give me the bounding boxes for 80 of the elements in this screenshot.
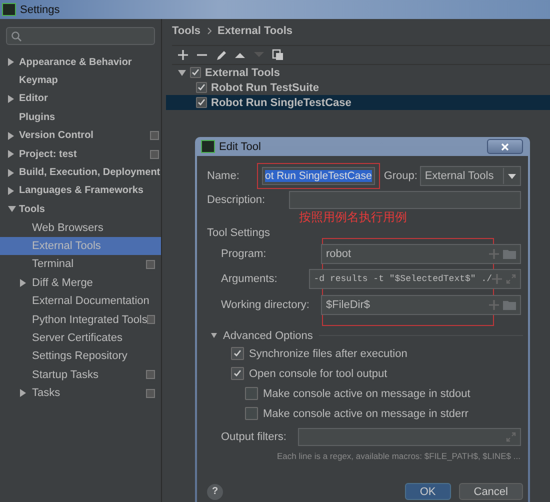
breadcrumb: External Tools [218, 25, 292, 37]
section-heading: Tool Settings [207, 227, 271, 241]
sidebar-item[interactable]: Tools [0, 200, 161, 219]
sidebar-item[interactable]: Plugins [0, 108, 161, 127]
output-filters-field[interactable] [298, 428, 521, 446]
expand-arrow-icon[interactable] [20, 389, 26, 398]
app-icon [201, 140, 215, 153]
expand-arrow-icon[interactable] [8, 94, 14, 103]
field-label: Working directory: [220, 298, 310, 311]
sidebar-item[interactable]: Languages & Frameworks [0, 182, 161, 200]
hint-text: Each line is a regex, available macros: $FILE_PATH$, $LINE$ ... [276, 450, 522, 462]
checkbox[interactable] [196, 97, 207, 108]
field-label: Program: [220, 248, 268, 260]
checkbox-label: Make console active on message in stderr [263, 408, 468, 420]
check-icon [233, 369, 242, 378]
sidebar-item[interactable]: Settings Repository [0, 347, 161, 366]
check-icon [233, 349, 242, 358]
app-icon [2, 3, 16, 16]
checkbox[interactable] [190, 67, 201, 78]
checkbox-label: Make console active on message in stdout [263, 388, 470, 400]
sidebar-item[interactable]: Tasks [0, 384, 161, 402]
checkbox[interactable] [245, 387, 258, 400]
chevron-icon [206, 27, 212, 35]
dialog-title: Edit Tool [219, 140, 262, 152]
expand-arrow-icon[interactable] [8, 58, 14, 66]
tree-item-label: Robot Run SingleTestCase [211, 96, 352, 108]
checkbox[interactable] [231, 367, 244, 380]
field-label: Arguments: [220, 273, 278, 286]
close-button[interactable] [487, 139, 523, 154]
search-icon [11, 30, 23, 42]
sidebar-item[interactable]: Web Browsers [0, 218, 161, 237]
expand-arrow-icon[interactable] [20, 278, 26, 287]
section-heading[interactable]: Advanced Options [223, 330, 313, 342]
sidebar-item[interactable]: Editor [0, 90, 161, 108]
tree-item[interactable]: External Tools [205, 66, 280, 78]
sidebar-item[interactable]: Terminal [0, 255, 161, 274]
expand-arrow-icon[interactable] [211, 333, 217, 338]
close-icon [501, 142, 509, 150]
expand-arrow-icon[interactable] [8, 168, 14, 177]
tree-item-label: Robot Run TestSuite [211, 82, 319, 94]
tree-row[interactable]: Robot Run TestSuite [166, 80, 550, 95]
window-title: Settings [20, 4, 60, 16]
annotation-text: 按照用例名执行用例 [299, 210, 407, 225]
tree-row[interactable]: Robot Run SingleTestCase [166, 95, 550, 110]
checkbox-label: Open console for tool output [249, 368, 388, 380]
expand-arrow-icon[interactable] [8, 132, 14, 140]
field-label: Output filters: [220, 430, 288, 442]
sidebar-item[interactable]: Build, Execution, Deployment [0, 163, 161, 182]
name-field[interactable]: ot Run SingleTestCase [262, 167, 375, 185]
sidebar-item[interactable]: Diff & Merge [0, 274, 161, 292]
breadcrumb: Tools [172, 25, 201, 37]
expand-arrow-icon[interactable] [8, 150, 14, 158]
sidebar-item[interactable]: Appearance & Behavior [0, 53, 161, 72]
group-dropdown[interactable]: External Tools [420, 166, 521, 186]
expand-arrow-icon[interactable] [8, 206, 16, 212]
checkbox[interactable] [231, 347, 244, 360]
sidebar-item[interactable]: Keymap [0, 71, 161, 90]
sidebar-item[interactable]: Python Integrated Tools [0, 310, 161, 329]
field-label: Name: [207, 170, 240, 182]
checkbox[interactable] [245, 407, 258, 420]
checkbox-label: Synchronize files after execution [249, 348, 408, 360]
sidebar-item[interactable]: External Documentation [0, 292, 161, 310]
dropdown-arrow-icon [508, 174, 516, 178]
copy-icon[interactable] [272, 49, 284, 61]
help-button[interactable]: ? [207, 484, 223, 500]
pencil-icon[interactable] [215, 49, 227, 61]
selected-text: ot Run SingleTestCase [265, 170, 372, 182]
description-field[interactable] [289, 191, 521, 209]
add-icon[interactable] [177, 49, 189, 61]
dialog-button[interactable]: OK [404, 483, 451, 500]
dialog-button[interactable]: Cancel [458, 483, 523, 500]
search-field[interactable] [6, 27, 155, 45]
sidebar-item[interactable]: Version Control [0, 126, 161, 145]
field-label: Description: [207, 194, 266, 206]
sidebar-item[interactable]: Server Certificates [0, 328, 161, 348]
checkbox[interactable] [196, 82, 207, 93]
field-label: Group: [384, 170, 418, 182]
expand-arrow-icon[interactable] [8, 186, 14, 195]
sidebar-item[interactable]: Project: test [0, 144, 161, 164]
sidebar-item[interactable]: Startup Tasks [0, 366, 161, 384]
